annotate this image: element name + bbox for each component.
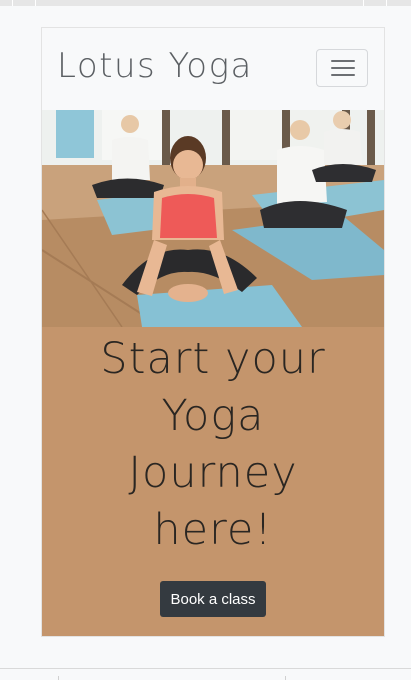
browser-top-strip bbox=[0, 0, 411, 6]
headline-line: Yoga bbox=[161, 391, 265, 441]
navbar: Lotus Yoga bbox=[42, 28, 384, 110]
book-class-button[interactable]: Book a class bbox=[160, 581, 266, 617]
headline-line: Journey bbox=[128, 448, 298, 498]
hero-headline: Start your Yoga Journey here! bbox=[42, 331, 384, 559]
headline-line: Start your bbox=[100, 334, 326, 384]
page-card: Lotus Yoga Start your Yoga Journey here!… bbox=[42, 28, 384, 636]
brand-logo[interactable]: Lotus Yoga bbox=[57, 46, 253, 86]
hero-section: Start your Yoga Journey here! Book a cla… bbox=[42, 327, 384, 636]
navbar-toggler-button[interactable] bbox=[316, 49, 368, 87]
headline-line: here! bbox=[153, 505, 273, 555]
hero-image bbox=[42, 110, 384, 327]
browser-bottom-edge bbox=[0, 668, 411, 680]
